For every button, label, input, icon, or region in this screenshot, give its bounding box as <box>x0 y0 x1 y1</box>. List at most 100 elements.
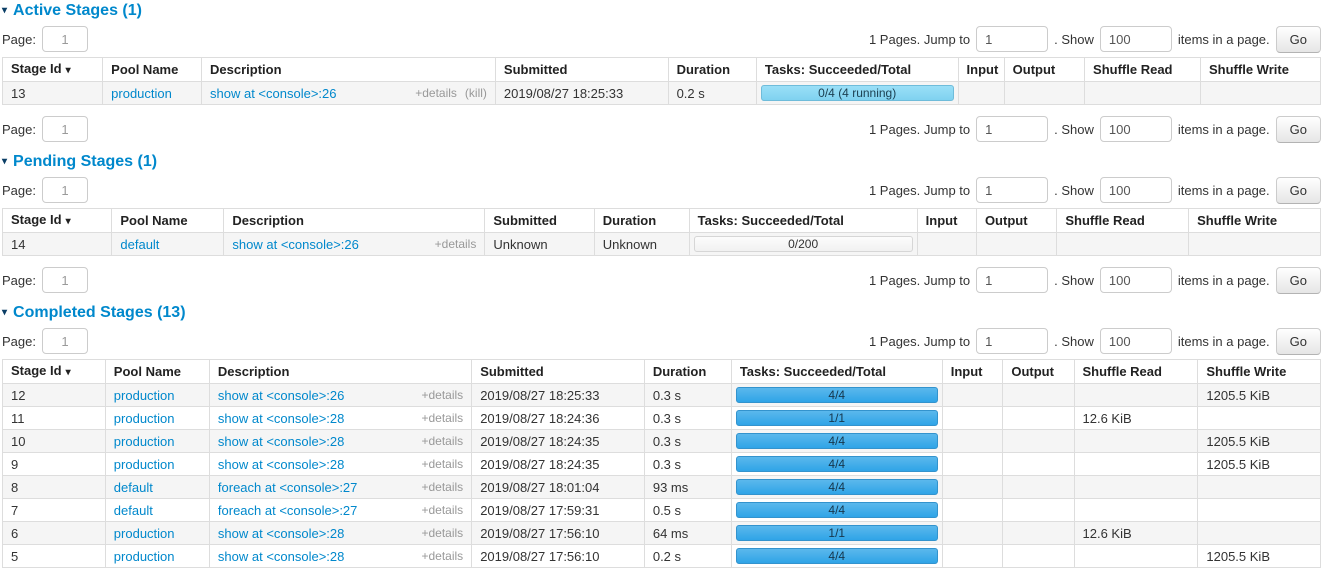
column-header[interactable]: Output <box>976 209 1056 233</box>
shuffle-write-cell <box>1198 476 1321 499</box>
details-toggle[interactable]: +details <box>421 457 463 471</box>
column-header[interactable]: Pool Name <box>112 209 224 233</box>
jump-to-input[interactable] <box>976 328 1048 354</box>
page-selector: Page: <box>2 26 88 52</box>
show-count-input[interactable] <box>1100 328 1172 354</box>
column-header[interactable]: Shuffle Read <box>1074 360 1198 384</box>
column-header[interactable]: Description <box>202 58 496 82</box>
column-header[interactable]: Stage Id▾ <box>3 58 103 82</box>
column-header[interactable]: Output <box>1003 360 1074 384</box>
shuffle-read-cell <box>1074 430 1198 453</box>
page-number-input[interactable] <box>42 328 88 354</box>
shuffle-read-cell <box>1057 233 1189 256</box>
go-button[interactable]: Go <box>1276 177 1321 204</box>
stage-description-link[interactable]: show at <console>:28 <box>218 411 344 426</box>
column-header[interactable]: Tasks: Succeeded/Total <box>731 360 942 384</box>
stage-description-link[interactable]: foreach at <console>:27 <box>218 503 358 518</box>
column-header[interactable]: Stage Id▾ <box>3 209 112 233</box>
stage-description-link[interactable]: show at <console>:28 <box>218 457 344 472</box>
page-number-input[interactable] <box>42 26 88 52</box>
section-heading[interactable]: ▾ Pending Stages (1) <box>2 153 1321 170</box>
pool-name-link[interactable]: production <box>114 549 175 564</box>
show-count-input[interactable] <box>1100 267 1172 293</box>
column-header[interactable]: Pool Name <box>105 360 209 384</box>
page-number-input[interactable] <box>42 267 88 293</box>
column-header[interactable]: Shuffle Read <box>1085 58 1201 82</box>
column-header[interactable]: Duration <box>668 58 756 82</box>
column-header[interactable]: Input <box>942 360 1003 384</box>
column-header[interactable]: Duration <box>594 209 689 233</box>
submitted-cell: 2019/08/27 18:24:35 <box>472 430 645 453</box>
details-toggle[interactable]: +details <box>421 503 463 517</box>
show-count-input[interactable] <box>1100 116 1172 142</box>
go-button[interactable]: Go <box>1276 116 1321 143</box>
go-button[interactable]: Go <box>1276 267 1321 294</box>
section-heading[interactable]: ▾ Active Stages (1) <box>2 2 1321 19</box>
details-toggle[interactable]: +details <box>421 388 463 402</box>
column-header[interactable]: Shuffle Write <box>1198 360 1321 384</box>
description-cell: +details (kill) show at <console>:26 <box>202 82 496 105</box>
column-header[interactable]: Description <box>224 209 485 233</box>
stage-description-link[interactable]: show at <console>:26 <box>232 237 358 252</box>
column-header[interactable]: Duration <box>644 360 731 384</box>
show-count-input[interactable] <box>1100 26 1172 52</box>
pool-name-link[interactable]: production <box>111 86 172 101</box>
pool-name-link[interactable]: production <box>114 457 175 472</box>
page-label: Page: <box>2 32 36 47</box>
stage-description-link[interactable]: show at <console>:26 <box>210 86 336 101</box>
stage-description-link[interactable]: show at <console>:28 <box>218 526 344 541</box>
column-header[interactable]: Shuffle Read <box>1057 209 1189 233</box>
go-button[interactable]: Go <box>1276 26 1321 53</box>
column-header[interactable]: Tasks: Succeeded/Total <box>756 58 958 82</box>
column-header[interactable]: Shuffle Write <box>1189 209 1321 233</box>
column-header[interactable]: Submitted <box>472 360 645 384</box>
pool-name-link[interactable]: production <box>114 388 175 403</box>
pool-name-link[interactable]: default <box>114 480 153 495</box>
collapse-arrow-icon: ▾ <box>2 2 7 19</box>
details-toggle[interactable]: +details <box>421 526 463 540</box>
stages-table: Stage Id▾Pool NameDescriptionSubmittedDu… <box>2 57 1321 105</box>
column-header[interactable]: Submitted <box>485 209 594 233</box>
go-button[interactable]: Go <box>1276 328 1321 355</box>
column-header[interactable]: Tasks: Succeeded/Total <box>689 209 917 233</box>
details-toggle[interactable]: +details <box>421 411 463 425</box>
jump-to-input[interactable] <box>976 116 1048 142</box>
pool-name-link[interactable]: production <box>114 526 175 541</box>
pool-name-cell: production <box>105 453 209 476</box>
jump-to-input[interactable] <box>976 177 1048 203</box>
jump-to-input[interactable] <box>976 267 1048 293</box>
jump-to-input[interactable] <box>976 26 1048 52</box>
description-actions: +details <box>421 388 463 403</box>
pool-name-link[interactable]: production <box>114 434 175 449</box>
stage-description-link[interactable]: foreach at <console>:27 <box>218 480 358 495</box>
column-header-label: Output <box>1013 62 1056 77</box>
kill-link[interactable]: (kill) <box>465 86 487 100</box>
jump-show-controls: 1 Pages. Jump to . Show items in a page.… <box>869 26 1321 53</box>
stage-description-link[interactable]: show at <console>:26 <box>218 388 344 403</box>
show-count-input[interactable] <box>1100 177 1172 203</box>
pool-name-link[interactable]: default <box>120 237 159 252</box>
details-toggle[interactable]: +details <box>435 237 477 251</box>
column-header[interactable]: Stage Id▾ <box>3 360 106 384</box>
column-header[interactable]: Description <box>209 360 471 384</box>
column-header[interactable]: Submitted <box>495 58 668 82</box>
section-heading[interactable]: ▾ Completed Stages (13) <box>2 304 1321 321</box>
details-toggle[interactable]: +details <box>415 86 457 100</box>
page-number-input[interactable] <box>42 177 88 203</box>
details-toggle[interactable]: +details <box>421 480 463 494</box>
duration-cell: 0.3 s <box>644 384 731 407</box>
page-number-input[interactable] <box>42 116 88 142</box>
pool-name-link[interactable]: default <box>114 503 153 518</box>
column-header[interactable]: Pool Name <box>103 58 202 82</box>
column-header[interactable]: Shuffle Write <box>1201 58 1321 82</box>
column-header[interactable]: Input <box>958 58 1004 82</box>
stage-description-link[interactable]: show at <console>:28 <box>218 434 344 449</box>
stage-description-link[interactable]: show at <console>:28 <box>218 549 344 564</box>
column-header[interactable]: Input <box>917 209 976 233</box>
details-toggle[interactable]: +details <box>421 549 463 563</box>
stage-row: 13production+details(kill)show at <conso… <box>3 82 1321 105</box>
pool-name-link[interactable]: production <box>114 411 175 426</box>
details-toggle[interactable]: +details <box>421 434 463 448</box>
duration-cell: 64 ms <box>644 522 731 545</box>
column-header[interactable]: Output <box>1004 58 1084 82</box>
